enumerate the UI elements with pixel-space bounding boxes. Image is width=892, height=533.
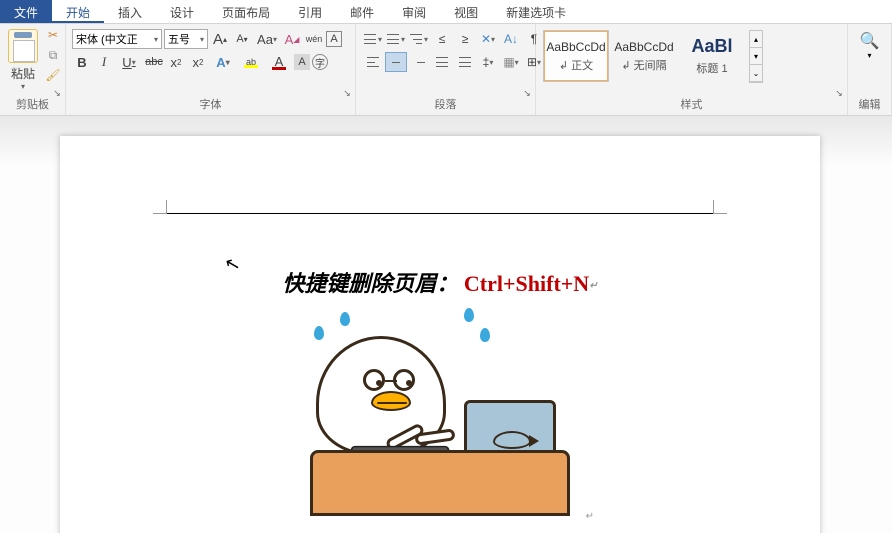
style-caption: 标题 1 bbox=[696, 60, 727, 76]
multilevel-button[interactable]: ▾ bbox=[408, 29, 430, 49]
group-edit: 🔍 ▾ 编辑 bbox=[848, 24, 892, 115]
text-effects-button[interactable]: A▾ bbox=[210, 52, 236, 72]
group-font: 宋体 (中文正▾ 五号▾ A▴ A▾ Aa▾ A◢ wén A B I U▾ a… bbox=[66, 24, 356, 115]
align-justify-button[interactable] bbox=[431, 52, 453, 72]
indent-decrease-button[interactable]: ≤ bbox=[431, 29, 453, 49]
tab-home[interactable]: 开始 bbox=[52, 0, 104, 23]
clipboard-launcher[interactable]: ↘ bbox=[51, 87, 63, 99]
phonetic-guide-button[interactable]: wén bbox=[304, 29, 324, 49]
style-normal[interactable]: AaBbCcDd ↲ 正文 bbox=[543, 30, 609, 82]
cut-icon[interactable]: ✂ bbox=[45, 27, 61, 43]
tab-file[interactable]: 文件 bbox=[0, 0, 52, 23]
paste-label: 粘贴 bbox=[11, 65, 35, 82]
subscript-button[interactable]: x2 bbox=[166, 52, 186, 72]
align-center-button[interactable] bbox=[385, 52, 407, 72]
headline: 快捷键删除页眉： Ctrl+Shift+N↵ bbox=[160, 266, 720, 298]
tab-layout[interactable]: 页面布局 bbox=[208, 0, 284, 23]
copy-icon[interactable]: ⧉ bbox=[45, 47, 61, 63]
document-area[interactable]: ↖ 快捷键删除页眉： Ctrl+Shift+N↵ ↵ bbox=[0, 116, 892, 533]
edit-label: 编辑 bbox=[852, 94, 887, 114]
paste-button[interactable]: 粘贴 ▾ bbox=[4, 27, 42, 93]
underline-button[interactable]: U▾ bbox=[116, 52, 142, 72]
change-case-button[interactable]: Aa▾ bbox=[254, 29, 280, 49]
font-color-button[interactable]: A bbox=[266, 52, 292, 72]
tab-insert[interactable]: 插入 bbox=[104, 0, 156, 23]
style-preview: AaBbCcDd bbox=[614, 40, 673, 54]
sort-button[interactable]: A↓ bbox=[500, 29, 522, 49]
font-group-label: 字体 bbox=[70, 94, 351, 114]
superscript-button[interactable]: x2 bbox=[188, 52, 208, 72]
header-rule bbox=[166, 200, 714, 214]
line-spacing-button[interactable]: ‡▾ bbox=[477, 52, 499, 72]
indent-increase-button[interactable]: ≥ bbox=[454, 29, 476, 49]
style-gallery: AaBbCcDd ↲ 正文 AaBbCcDd ↲ 无间隔 AaBl 标题 1 ▴… bbox=[543, 30, 763, 83]
tab-review[interactable]: 审阅 bbox=[388, 0, 440, 23]
tab-mail[interactable]: 邮件 bbox=[336, 0, 388, 23]
tab-view[interactable]: 视图 bbox=[440, 0, 492, 23]
enclose-char-button[interactable]: 字 bbox=[312, 54, 328, 70]
paste-icon bbox=[8, 29, 38, 63]
page: ↖ 快捷键删除页眉： Ctrl+Shift+N↵ ↵ bbox=[60, 136, 820, 533]
bold-button[interactable]: B bbox=[72, 52, 92, 72]
numbering-button[interactable]: ▾ bbox=[385, 29, 407, 49]
style-preview: AaBbCcDd bbox=[546, 40, 605, 54]
tab-newtab[interactable]: 新建选项卡 bbox=[492, 0, 580, 23]
strike-button[interactable]: abc bbox=[144, 52, 164, 72]
font-name-combo[interactable]: 宋体 (中文正▾ bbox=[72, 29, 162, 49]
font-launcher[interactable]: ↘ bbox=[341, 87, 353, 99]
shrink-font-button[interactable]: A▾ bbox=[232, 29, 252, 49]
tab-references[interactable]: 引用 bbox=[284, 0, 336, 23]
asian-layout-button[interactable]: ✕▾ bbox=[477, 29, 499, 49]
italic-button[interactable]: I bbox=[94, 52, 114, 72]
highlight-button[interactable]: ab bbox=[238, 52, 264, 72]
style-preview: AaBl bbox=[691, 36, 732, 57]
paragraph-launcher[interactable]: ↘ bbox=[521, 87, 533, 99]
style-caption: ↲ 无间隔 bbox=[621, 57, 666, 73]
align-left-button[interactable] bbox=[362, 52, 384, 72]
style-heading1[interactable]: AaBl 标题 1 bbox=[679, 30, 745, 82]
font-size-combo[interactable]: 五号▾ bbox=[164, 29, 208, 49]
bullets-button[interactable]: ▾ bbox=[362, 29, 384, 49]
style-nospacing[interactable]: AaBbCcDd ↲ 无间隔 bbox=[611, 30, 677, 82]
group-styles: AaBbCcDd ↲ 正文 AaBbCcDd ↲ 无间隔 AaBl 标题 1 ▴… bbox=[536, 24, 848, 115]
char-shading-button[interactable]: A bbox=[294, 54, 310, 70]
menu-tabs: 文件 开始 插入 设计 页面布局 引用 邮件 审阅 视图 新建选项卡 bbox=[0, 0, 892, 24]
group-clipboard: 粘贴 ▾ ✂ ⧉ 🖌 剪贴板 ↘ bbox=[0, 24, 66, 115]
cartoon-image: ↵ bbox=[310, 316, 570, 516]
style-caption: ↲ 正文 bbox=[559, 57, 593, 73]
clear-format-button[interactable]: A◢ bbox=[282, 29, 302, 49]
shading-button[interactable]: ▦▾ bbox=[500, 52, 522, 72]
group-paragraph: ▾ ▾ ▾ ≤ ≥ ✕▾ A↓ ¶ ‡▾ ▦▾ ⊞▾ 段落 ↘ bbox=[356, 24, 536, 115]
gallery-scroll[interactable]: ▴▾⌄ bbox=[749, 30, 763, 83]
align-distribute-button[interactable] bbox=[454, 52, 476, 72]
styles-launcher[interactable]: ↘ bbox=[833, 87, 845, 99]
find-icon[interactable]: 🔍 bbox=[860, 31, 880, 51]
char-border-button[interactable]: A bbox=[326, 31, 342, 47]
styles-label: 样式 bbox=[540, 94, 843, 114]
paragraph-label: 段落 bbox=[360, 94, 531, 114]
grow-font-button[interactable]: A▴ bbox=[210, 29, 230, 49]
ribbon: 粘贴 ▾ ✂ ⧉ 🖌 剪贴板 ↘ 宋体 (中文正▾ 五号▾ A▴ A▾ Aa▾ … bbox=[0, 24, 892, 116]
align-right-button[interactable] bbox=[408, 52, 430, 72]
tab-design[interactable]: 设计 bbox=[156, 0, 208, 23]
format-painter-icon[interactable]: 🖌 bbox=[45, 67, 61, 83]
